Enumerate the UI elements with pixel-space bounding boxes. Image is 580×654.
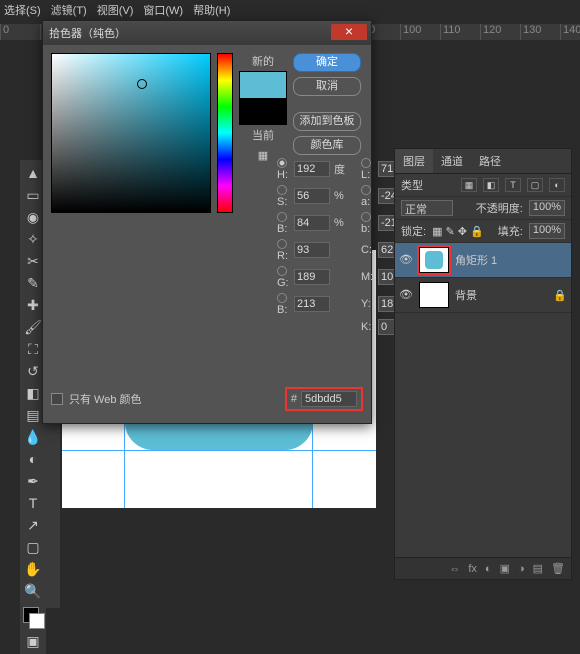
blur-tool[interactable]: 💧 bbox=[23, 427, 43, 447]
trash-icon[interactable]: 🗑 bbox=[551, 562, 565, 575]
visibility-icon[interactable]: 👁 bbox=[399, 253, 413, 267]
menu-filter[interactable]: 滤镜(T) bbox=[51, 2, 87, 18]
bv-input[interactable] bbox=[294, 296, 330, 312]
web-only-label: 只有 Web 颜色 bbox=[69, 391, 142, 407]
filter-icon[interactable]: ◧ bbox=[483, 178, 499, 192]
close-icon[interactable]: × bbox=[331, 24, 367, 40]
crop-tool[interactable]: ✂ bbox=[23, 251, 43, 271]
hand-tool[interactable]: ✋ bbox=[23, 559, 43, 579]
dodge-tool[interactable]: ◐ bbox=[23, 449, 43, 469]
r-input[interactable] bbox=[294, 242, 330, 258]
menu-bar: 选择(S) 滤镜(T) 视图(V) 窗口(W) 帮助(H) bbox=[0, 0, 580, 20]
marquee-tool[interactable]: ▭ bbox=[23, 185, 43, 205]
layer-row[interactable]: 👁 角矩形 1 bbox=[395, 243, 571, 278]
layer-thumb[interactable] bbox=[419, 282, 449, 308]
layer-name[interactable]: 角矩形 1 bbox=[455, 252, 497, 268]
color-picker-dialog: 拾色器（纯色） × 新的 当前 ▦ 确定 取消 添加到色板 颜色库 H:度 L: bbox=[42, 20, 372, 424]
add-swatch-button[interactable]: 添加到色板 bbox=[293, 112, 361, 131]
eyedropper-tool[interactable]: ✎ bbox=[23, 273, 43, 293]
dialog-title-text: 拾色器（纯色） bbox=[49, 25, 126, 41]
color-cursor bbox=[137, 79, 147, 89]
new-layer-icon[interactable]: ▤ bbox=[533, 562, 543, 575]
current-label: 当前 bbox=[252, 127, 274, 143]
menu-window[interactable]: 窗口(W) bbox=[143, 2, 183, 18]
h-input[interactable] bbox=[294, 161, 330, 177]
folder-icon[interactable]: ▣ bbox=[500, 562, 510, 575]
preview-swatch bbox=[239, 71, 287, 125]
shape-tool[interactable]: ▢ bbox=[23, 537, 43, 557]
filter-icon[interactable]: ▦ bbox=[461, 178, 477, 192]
hex-highlight: # bbox=[285, 387, 363, 411]
s-input[interactable] bbox=[294, 188, 330, 204]
cube-icon[interactable]: ▦ bbox=[258, 149, 268, 162]
tab-channels[interactable]: 通道 bbox=[433, 149, 471, 173]
text-tool[interactable]: T bbox=[23, 493, 43, 513]
dialog-titlebar[interactable]: 拾色器（纯色） × bbox=[43, 21, 371, 45]
hex-input[interactable] bbox=[301, 391, 357, 407]
mask-icon[interactable]: ◐ bbox=[485, 563, 492, 575]
hash-label: # bbox=[291, 393, 297, 405]
blend-mode[interactable]: 正常 bbox=[401, 200, 453, 216]
eraser-tool[interactable]: ◧ bbox=[23, 383, 43, 403]
link-icon[interactable]: ⇔ bbox=[449, 563, 460, 575]
filter-icon[interactable]: ◐ bbox=[549, 178, 565, 192]
visibility-icon[interactable]: 👁 bbox=[399, 288, 413, 302]
wand-tool[interactable]: ✧ bbox=[23, 229, 43, 249]
path-tool[interactable]: ↗ bbox=[23, 515, 43, 535]
cancel-button[interactable]: 取消 bbox=[293, 77, 361, 96]
layer-thumb[interactable] bbox=[419, 247, 449, 273]
ok-button[interactable]: 确定 bbox=[293, 53, 361, 72]
layers-panel: 图层 通道 路径 类型 ▦ ◧ T ▢ ◐ 正常 不透明度: 100% 锁定: … bbox=[394, 148, 572, 580]
zoom-tool[interactable]: 🔍 bbox=[23, 581, 43, 601]
lock-icon[interactable]: ▦ ✎ ✥ 🔒 bbox=[432, 225, 484, 238]
g-input[interactable] bbox=[294, 269, 330, 285]
panel-footer: ⇔ fx ◐ ▣ ◑ ▤ 🗑 bbox=[395, 557, 571, 579]
adjustment-icon[interactable]: ◑ bbox=[518, 563, 525, 575]
web-only-checkbox[interactable] bbox=[51, 393, 63, 405]
opacity-field[interactable]: 100% bbox=[529, 200, 565, 216]
brush-tool[interactable]: 🖌 bbox=[23, 317, 43, 337]
lasso-tool[interactable]: ◉ bbox=[23, 207, 43, 227]
tab-layers[interactable]: 图层 bbox=[395, 149, 433, 173]
layer-name[interactable]: 背景 bbox=[455, 287, 477, 303]
layer-row[interactable]: 👁 背景 🔒 bbox=[395, 278, 571, 313]
menu-view[interactable]: 视图(V) bbox=[97, 2, 134, 18]
fx-icon[interactable]: fx bbox=[468, 563, 477, 575]
new-label: 新的 bbox=[252, 53, 274, 69]
gradient-tool[interactable]: ▤ bbox=[23, 405, 43, 425]
filter-icon[interactable]: T bbox=[505, 178, 521, 192]
filter-icon[interactable]: ▢ bbox=[527, 178, 543, 192]
move-tool[interactable]: ▲ bbox=[23, 163, 43, 183]
history-brush[interactable]: ↺ bbox=[23, 361, 43, 381]
heal-tool[interactable]: ✚ bbox=[23, 295, 43, 315]
quickmask[interactable]: ▣ bbox=[23, 631, 43, 651]
pen-tool[interactable]: ✒ bbox=[23, 471, 43, 491]
color-field[interactable] bbox=[51, 53, 211, 213]
guide bbox=[62, 450, 376, 451]
menu-help[interactable]: 帮助(H) bbox=[193, 2, 230, 18]
lock-icon: 🔒 bbox=[553, 289, 567, 302]
b-input[interactable] bbox=[294, 215, 330, 231]
tab-paths[interactable]: 路径 bbox=[471, 149, 509, 173]
color-libraries-button[interactable]: 颜色库 bbox=[293, 136, 361, 155]
menu-select[interactable]: 选择(S) bbox=[4, 2, 41, 18]
stamp-tool[interactable]: ⛶ bbox=[23, 339, 43, 359]
color-swatch[interactable] bbox=[23, 607, 45, 629]
filter-kind[interactable]: 类型 bbox=[401, 177, 423, 193]
hue-slider[interactable] bbox=[217, 53, 233, 213]
fill-field[interactable]: 100% bbox=[529, 223, 565, 239]
